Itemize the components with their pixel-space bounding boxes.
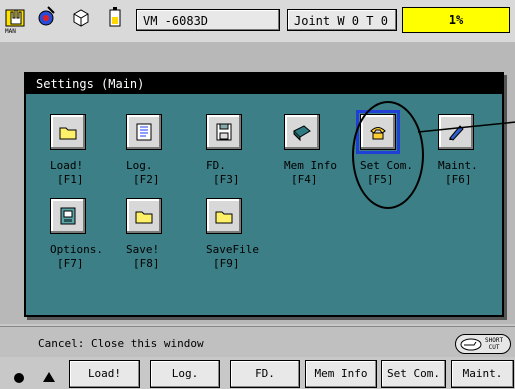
status-bar: MAN VM -6083D Joint W 0 T 0 1% xyxy=(0,0,515,43)
folder-icon xyxy=(135,211,153,224)
item-key: [F6] xyxy=(445,173,472,186)
item-key: [F3] xyxy=(213,173,240,186)
message-bar: Cancel: Close this window xyxy=(0,326,515,357)
item-label: Mem Info xyxy=(284,159,337,172)
callout-leader-line xyxy=(418,121,515,133)
item-label: Load! xyxy=(50,159,84,172)
item-key: [F2] xyxy=(133,173,160,186)
item-key: [F9] xyxy=(213,257,240,270)
fd-button[interactable] xyxy=(206,114,242,150)
program-name-box[interactable]: VM -6083D xyxy=(136,9,280,31)
options-button[interactable] xyxy=(50,198,86,234)
options-device-icon xyxy=(60,207,76,225)
window-title: Settings (Main) xyxy=(26,74,502,94)
item-label: Options. xyxy=(50,243,103,256)
fkey-set-com[interactable]: Set Com. xyxy=(381,360,446,388)
item-label: Log. xyxy=(126,159,153,172)
fkey-load[interactable]: Load! xyxy=(69,360,140,388)
floppy-disk-icon xyxy=(216,123,232,141)
fkey-mem-info[interactable]: Mem Info xyxy=(305,360,377,388)
mode-label: MAN xyxy=(5,28,16,35)
settings-item-savefile[interactable]: SaveFile [F9] xyxy=(206,198,280,271)
item-label: Maint. xyxy=(438,159,478,172)
fkey-log[interactable]: Log. xyxy=(150,360,220,388)
savefile-button[interactable] xyxy=(206,198,242,234)
coordinate-box[interactable]: Joint W 0 T 0 xyxy=(287,9,397,31)
fkey-maint[interactable]: Maint. xyxy=(451,360,514,388)
settings-window: Settings (Main) Load! [F1] Log. [F2] FD.… xyxy=(24,72,504,317)
battery-icon[interactable] xyxy=(104,4,126,30)
fkey-fd[interactable]: FD. xyxy=(230,360,300,388)
log-book-icon xyxy=(136,123,152,141)
mem-info-button[interactable] xyxy=(284,114,320,150)
item-key: [F7] xyxy=(57,257,84,270)
settings-item-log[interactable]: Log. [F2] xyxy=(126,114,200,187)
log-button[interactable] xyxy=(126,114,162,150)
shortcut-icon xyxy=(460,338,482,351)
item-label: SaveFile xyxy=(206,243,259,256)
settings-item-options[interactable]: Options. [F7] xyxy=(50,198,124,271)
memory-card-icon xyxy=(293,125,311,142)
function-key-bar: Load! Log. FD. Mem Info Set Com. Maint. xyxy=(0,357,515,389)
item-label: FD. xyxy=(206,159,226,172)
settings-item-mem-info[interactable]: Mem Info [F4] xyxy=(284,114,358,187)
settings-item-fd[interactable]: FD. [F3] xyxy=(206,114,280,187)
folder-icon xyxy=(215,211,233,224)
hand-icon[interactable] xyxy=(4,4,26,30)
item-key: [F1] xyxy=(57,173,84,186)
folder-icon xyxy=(59,127,77,140)
record-dot-icon[interactable] xyxy=(14,373,24,383)
load-button[interactable] xyxy=(50,114,86,150)
shortcut-label-1: SHORT xyxy=(485,337,504,344)
up-arrow-icon[interactable] xyxy=(43,372,55,382)
settings-item-save[interactable]: Save! [F8] xyxy=(126,198,200,271)
shortcut-button[interactable]: SHORT CUT xyxy=(455,334,511,354)
settings-item-load[interactable]: Load! [F1] xyxy=(50,114,124,187)
status-message: Cancel: Close this window xyxy=(38,337,204,350)
shortcut-label-2: CUT xyxy=(488,344,500,351)
save-button[interactable] xyxy=(126,198,162,234)
item-label: Save! xyxy=(126,243,160,256)
cube-icon[interactable] xyxy=(70,4,92,30)
highlight-circle xyxy=(352,101,424,209)
item-key: [F4] xyxy=(291,173,318,186)
item-key: [F8] xyxy=(133,257,160,270)
teach-pendant-icon[interactable] xyxy=(36,4,58,30)
speed-indicator[interactable]: 1% xyxy=(402,7,510,33)
